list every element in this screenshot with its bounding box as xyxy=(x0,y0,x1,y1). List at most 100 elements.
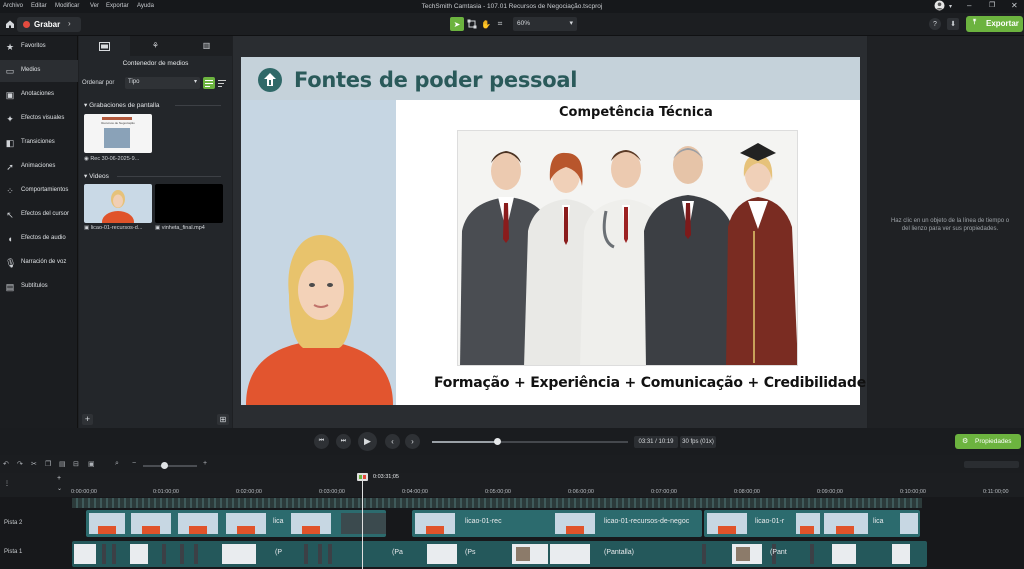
help-button[interactable]: ? xyxy=(929,18,941,30)
maximize-icon[interactable]: ❐ xyxy=(989,1,995,9)
sidebar-item-transiciones[interactable]: ◧ Transiciones xyxy=(0,132,78,154)
clip-text: lica xyxy=(873,518,884,525)
playhead-line[interactable] xyxy=(362,473,363,569)
sidebar-item-label: Favoritos xyxy=(21,43,46,49)
sidebar-item-label: Transiciones xyxy=(21,139,55,145)
film-icon: ▭ xyxy=(5,66,15,76)
sidebar-item-efectos-cursor[interactable]: ↖ Efectos del cursor xyxy=(0,204,78,226)
export-label: Exportar xyxy=(986,19,1019,28)
select-tool-icon[interactable]: ➤ xyxy=(450,17,464,31)
list-view-icon[interactable] xyxy=(203,77,215,89)
step-back-icon[interactable]: ⏮ xyxy=(314,434,329,449)
undo-icon[interactable]: ↶ xyxy=(3,460,9,468)
ruler-tick: 0:06:00;00 xyxy=(568,489,594,495)
tab-library[interactable]: ⚘ xyxy=(130,36,181,56)
section-videos[interactable]: ▾ Videos xyxy=(84,172,109,180)
scrub-handle[interactable] xyxy=(493,438,501,445)
properties-hint: Haz clic en un objeto de la línea de tie… xyxy=(890,218,1010,232)
redo-icon[interactable]: ↷ xyxy=(17,460,23,468)
cut-icon[interactable]: ✂ xyxy=(31,460,37,468)
transition-icon: ◧ xyxy=(5,138,15,148)
chevron-right-icon[interactable]: › xyxy=(405,434,420,449)
add-track-icon[interactable]: + xyxy=(57,475,61,482)
thumb-picture xyxy=(104,128,130,148)
zoom-select[interactable]: 60% ▾ xyxy=(513,17,577,31)
thumb-title-bar xyxy=(102,117,132,120)
sidebar-item-efectos-audio[interactable]: ◖ Efectos de audio xyxy=(0,228,78,250)
grid-view-icon[interactable]: ⊞ xyxy=(217,414,229,425)
record-dot-icon xyxy=(23,21,30,28)
sidebar-item-narracion[interactable]: 🎙 Narración de voz xyxy=(0,252,78,274)
media-bin-title: Contenedor de medios xyxy=(122,60,189,67)
zoom-slider[interactable] xyxy=(143,465,197,467)
sort-select[interactable]: Tipo ▾ xyxy=(125,77,200,89)
ruler-tick: 0:07:00;00 xyxy=(651,489,677,495)
playhead-handle[interactable] xyxy=(357,473,368,481)
properties-button[interactable]: ⚙ Propiedades xyxy=(955,434,1021,449)
track-options-icon[interactable]: ⋮ xyxy=(4,480,10,487)
ruler-tick: 0:04:00;00 xyxy=(402,489,428,495)
home-icon[interactable] xyxy=(3,17,17,31)
sidebar-item-label: Efectos de audio xyxy=(21,235,66,241)
tab-media-bin[interactable] xyxy=(79,36,130,56)
split-icon[interactable]: ⊟ xyxy=(73,460,79,468)
sidebar-item-medios[interactable]: ▭ Medios xyxy=(0,60,78,82)
sidebar-item-favoritos[interactable]: ★ Favoritos xyxy=(0,36,78,58)
crop-icon[interactable]: ⌗ xyxy=(493,17,507,31)
zoom-slider-handle[interactable] xyxy=(161,462,168,469)
audio-icon: ◖ xyxy=(7,234,13,244)
record-button[interactable]: Grabar › xyxy=(17,17,81,32)
presenter-figure xyxy=(246,235,393,405)
ruler-tick: 0:11:00;00 xyxy=(983,489,1009,495)
video-label-licao: ▣ licao-01-recursos-d... xyxy=(84,225,143,231)
export-button[interactable]: ⤒ Exportar xyxy=(966,16,1023,32)
preview-canvas[interactable]: Fontes de poder pessoal Competência Técn… xyxy=(241,57,866,405)
minimize-icon[interactable]: – xyxy=(967,1,971,10)
section-divider xyxy=(175,105,221,106)
video-thumbnail-vinheta[interactable] xyxy=(155,184,223,223)
tab-stock[interactable]: ▥ xyxy=(181,36,232,56)
account-chevron-icon[interactable]: ▾ xyxy=(949,3,952,10)
previous-frame-icon[interactable]: ⏭ xyxy=(336,434,351,449)
timeline-clip[interactable] xyxy=(72,541,927,567)
sidebar-item-anotaciones[interactable]: ▣ Anotaciones xyxy=(0,84,78,106)
collapse-tracks-icon[interactable]: ⌄ xyxy=(57,485,62,492)
add-media-icon[interactable]: + xyxy=(82,414,93,425)
zoom-in-icon[interactable]: + xyxy=(203,460,207,467)
sidebar-item-subtitulos[interactable]: ▤ Subtítulos xyxy=(0,276,78,298)
audio-waveform-strip xyxy=(72,498,922,508)
fps-readout[interactable]: 30 fps (01x) xyxy=(680,436,716,448)
snapshot-icon[interactable]: ▣ xyxy=(88,460,95,468)
professionals-photo xyxy=(457,130,798,366)
clip-text: licao-01-rec xyxy=(465,518,502,525)
sort-label: Ordenar por xyxy=(82,80,115,86)
sidebar-item-comportamientos[interactable]: ⁘ Comportamientos xyxy=(0,180,78,202)
logo-icon xyxy=(258,68,282,92)
zoom-icon[interactable]: ⌕ xyxy=(115,460,119,468)
paste-icon[interactable]: ▤ xyxy=(59,460,66,468)
recording-thumbnail[interactable]: Recursos de Negociação xyxy=(84,114,152,153)
edit-tool-icon[interactable] xyxy=(465,17,479,31)
zoom-out-icon[interactable]: − xyxy=(132,460,136,467)
timeline-clip[interactable] xyxy=(704,510,920,537)
section-screen-recordings[interactable]: ▾ Grabaciones de pantalla xyxy=(84,101,160,109)
account-avatar-icon[interactable] xyxy=(934,0,945,13)
close-icon[interactable]: ✕ xyxy=(1011,1,1018,10)
sidebar-item-efectos-visuales[interactable]: ✦ Efectos visuales xyxy=(0,108,78,130)
media-bin-panel: ⚘ ▥ Contenedor de medios Ordenar por Tip… xyxy=(79,36,232,428)
clip-text: (Pant xyxy=(770,549,787,556)
copy-icon[interactable]: ❐ xyxy=(45,460,51,468)
chevron-left-icon[interactable]: ‹ xyxy=(385,434,400,449)
play-icon[interactable]: ▶ xyxy=(358,432,377,451)
timeline-clip[interactable] xyxy=(86,510,386,537)
timeline-scroll[interactable] xyxy=(964,461,1019,468)
sidebar-item-label: Narración de voz xyxy=(21,259,67,265)
video-thumbnail-licao[interactable] xyxy=(84,184,152,223)
recording-label: ◉ Rec 30-06-2025-9... xyxy=(84,156,140,162)
behavior-icon: ⁘ xyxy=(6,186,14,196)
notifications-icon[interactable]: ⬇ xyxy=(947,18,959,30)
media-tabs: ⚘ ▥ xyxy=(79,36,232,56)
detail-view-icon[interactable] xyxy=(216,77,228,89)
pan-hand-icon[interactable]: ✋ xyxy=(479,17,493,31)
sidebar-item-animaciones[interactable]: ➚ Animaciones xyxy=(0,156,78,178)
